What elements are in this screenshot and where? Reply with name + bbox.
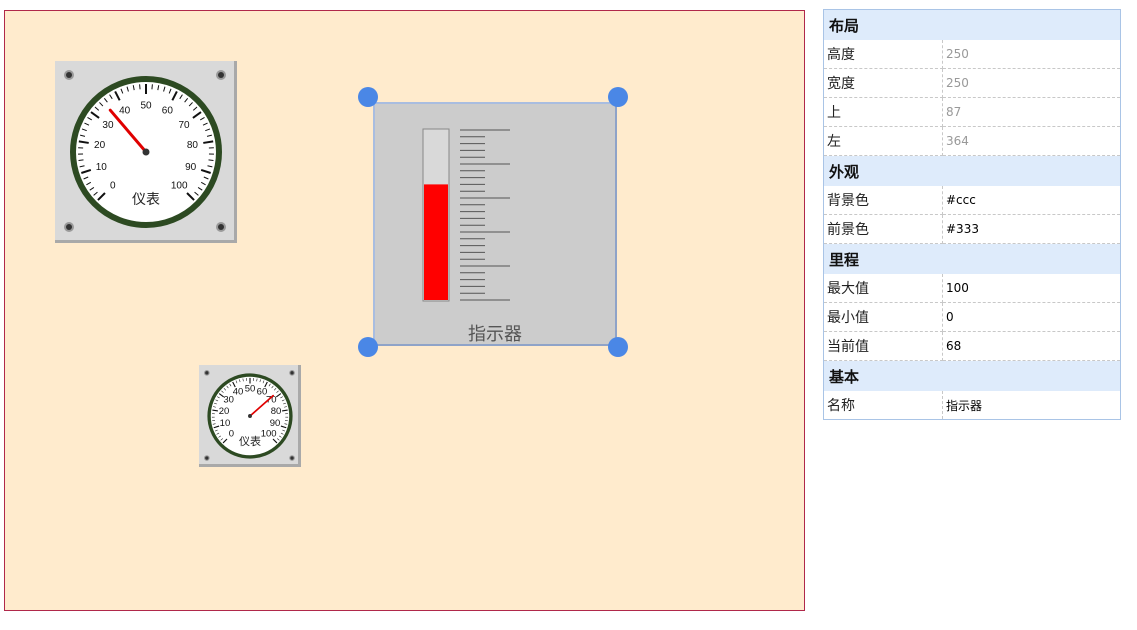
resize-handle-top-left[interactable] [358,87,378,107]
gauge-tick-label: 40 [119,106,131,117]
indicator-fill [424,184,448,300]
gauge-tick-label: 60 [162,106,174,117]
screw-hole [290,456,294,460]
screw-hole [205,371,209,375]
property-label: 宽度 [823,68,943,98]
property-label: 前景色 [823,214,943,244]
design-canvas[interactable]: 0 10 20 30 40 50 60 70 80 90 100 仪表 0 10 20 30 40 50 60 70… [4,10,805,611]
property-value[interactable]: 364 [942,126,1121,156]
gauge-tick-label: 90 [270,418,281,429]
indicator-label: 指示器 [468,324,522,345]
gauge-tick-label: 30 [102,120,114,131]
gauge-tick-label: 100 [171,181,188,192]
gauge-widget-large[interactable]: 0 10 20 30 40 50 60 70 80 90 100 仪表 [55,61,237,243]
gauge-tick-label: 80 [187,140,199,151]
gauge-hub [142,148,150,156]
gauge-dial: 010 20 30 40 50 60 70 80 90 100 仪表 [64,70,226,232]
property-row-current[interactable]: 当前值 68 [823,331,1121,361]
gauge-tick-label: 50 [140,101,152,112]
gauge-tick-label: 10 [96,162,108,173]
property-label: 最大值 [823,274,943,303]
resize-handle-top-right[interactable] [608,87,628,107]
screw-hole [218,72,224,78]
resize-handle-bottom-right[interactable] [608,337,628,357]
gauge-tick-label: 20 [94,140,106,151]
gauge-tick-label: 50 [245,384,256,395]
group-header-layout[interactable]: 布局 [823,9,1121,40]
gauge-tick-label: 80 [271,406,282,417]
screw-hole [205,456,209,460]
screw-hole [218,224,224,230]
gauge-tick-label: 70 [178,120,190,131]
property-row-left[interactable]: 左 364 [823,126,1121,156]
property-label: 当前值 [823,331,943,361]
group-header-range[interactable]: 里程 [823,243,1121,274]
gauge-tick-label: 0 [110,181,116,192]
gauge-tick-label: 40 [233,386,244,397]
property-row-name[interactable]: 名称 指示器 [823,391,1121,420]
property-row-width[interactable]: 宽度 250 [823,68,1121,98]
resize-handle-bottom-left[interactable] [358,337,378,357]
gauge-tick-label: 20 [219,406,230,417]
property-label: 左 [823,126,943,156]
property-value[interactable]: 87 [942,97,1121,127]
indicator-frame: 指示器 [373,102,617,346]
screw-hole [66,72,72,78]
property-row-bgcolor[interactable]: 背景色 #ccc [823,186,1121,215]
gauge-tick-label: 100 [261,429,277,440]
gauge-label: 仪表 [132,192,160,208]
gauge-widget-small[interactable]: 0 10 20 30 40 50 60 70 80 90 100 仪表 [199,365,301,467]
property-label: 高度 [823,40,943,69]
property-label: 名称 [823,391,943,420]
gauge-dial: 010203040 50 60708090100仪表 [204,370,295,461]
property-label: 背景色 [823,186,943,215]
property-value[interactable]: 68 [942,331,1121,361]
property-value[interactable]: 100 [942,274,1121,303]
property-value[interactable]: 0 [942,302,1121,332]
property-row-max[interactable]: 最大值 100 [823,274,1121,303]
property-value[interactable]: 指示器 [942,391,1121,420]
group-header-appearance[interactable]: 外观 [823,155,1121,186]
gauge-hub [248,414,252,418]
gauge-tick-label: 90 [185,162,197,173]
property-row-fgcolor[interactable]: 前景色 #333 [823,214,1121,244]
gauge-tick [78,159,84,162]
property-row-top[interactable]: 上 87 [823,97,1121,127]
property-value[interactable]: 250 [942,68,1121,98]
property-value[interactable]: #ccc [942,186,1121,215]
gauge-label: 仪表 [239,434,261,448]
property-value[interactable]: #333 [942,214,1121,244]
indicator-graphic [422,128,510,302]
property-value[interactable]: 250 [942,40,1121,69]
gauge-tick [208,159,214,162]
property-label: 最小值 [823,302,943,332]
gauge-tick-label: 10 [220,418,231,429]
screw-hole [290,371,294,375]
indicator-widget[interactable]: 指示器 [358,87,628,357]
group-header-basic[interactable]: 基本 [823,360,1121,391]
property-row-min[interactable]: 最小值 0 [823,302,1121,332]
property-label: 上 [823,97,943,127]
property-row-height[interactable]: 高度 250 [823,40,1121,69]
gauge-tick-label: 0 [229,429,234,440]
screw-hole [66,224,72,230]
property-grid: 布局 高度 250 宽度 250 上 87 左 364 外观 背景色 #ccc 前景色 #3… [823,9,1121,420]
